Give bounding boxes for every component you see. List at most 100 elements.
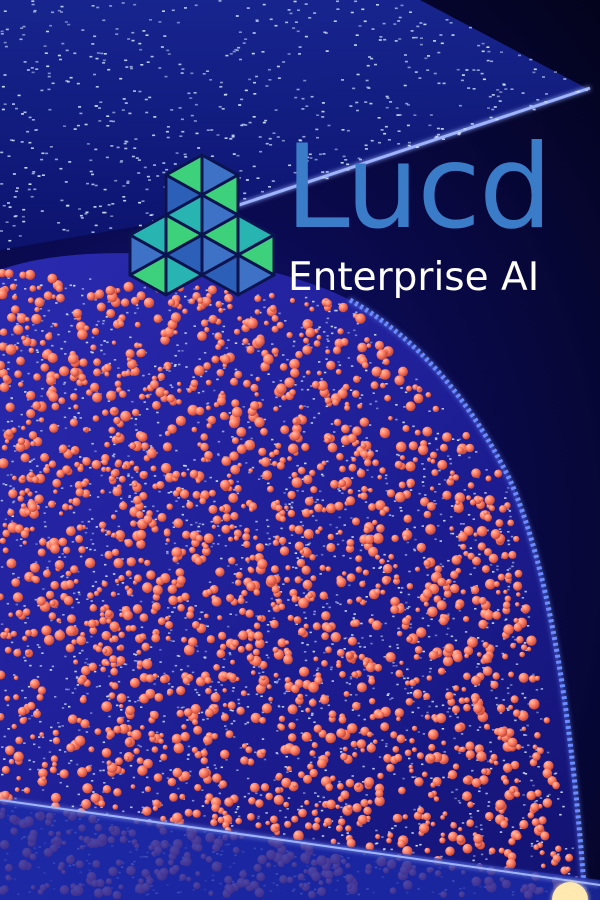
dome-particle [90, 780, 94, 782]
dome-particle [16, 323, 19, 325]
orange-sphere [390, 605, 399, 614]
dome-particle [57, 773, 60, 775]
dome-particle [265, 654, 269, 656]
slab-particle [133, 3, 137, 6]
orange-sphere [130, 520, 137, 527]
orange-sphere [59, 366, 70, 377]
orange-sphere [45, 590, 55, 600]
dome-particle [62, 383, 66, 385]
dome-particle [156, 411, 159, 414]
orange-sphere [367, 450, 375, 458]
orange-sphere [27, 297, 34, 304]
dome-particle [340, 751, 343, 753]
orange-sphere [386, 763, 395, 773]
dome-particle [73, 284, 76, 287]
dome-particle [326, 338, 329, 341]
dome-particle [98, 664, 102, 667]
dome-particle [553, 773, 557, 775]
orange-sphere [90, 344, 97, 351]
slab-particle [545, 93, 548, 95]
slab-particle [110, 145, 114, 147]
orange-sphere [427, 791, 435, 799]
dome-particle [288, 542, 291, 544]
dome-particle [187, 754, 190, 756]
orange-sphere [515, 602, 520, 607]
orange-sphere [141, 471, 148, 478]
slab-particle [189, 97, 193, 99]
orange-sphere [116, 656, 126, 665]
orange-sphere [182, 676, 191, 685]
slab-particle [252, 32, 256, 34]
orange-sphere [104, 441, 110, 448]
dome-particle [159, 760, 162, 762]
orange-sphere [304, 799, 310, 806]
dome-particle [308, 717, 311, 720]
dome-particle [24, 391, 27, 393]
orange-sphere [224, 797, 234, 807]
orange-sphere [162, 442, 172, 452]
orange-sphere [200, 433, 208, 441]
orange-sphere [374, 588, 381, 595]
dome-particle [71, 805, 75, 808]
orange-sphere [353, 450, 360, 457]
dome-particle [177, 350, 181, 352]
dome-particle [64, 287, 67, 290]
orange-sphere [352, 390, 360, 398]
orange-sphere [364, 777, 375, 788]
dome-particle [31, 715, 34, 717]
slab-particle [28, 141, 32, 144]
dome-particle [338, 780, 341, 783]
orange-sphere [333, 418, 342, 427]
dome-particle [381, 639, 384, 641]
orange-sphere [75, 488, 84, 497]
orange-sphere [139, 725, 145, 730]
dome-particle [175, 449, 178, 452]
slab-particle [209, 79, 213, 81]
orange-sphere [47, 352, 58, 364]
dome-particle [119, 609, 122, 611]
dome-particle [32, 458, 36, 460]
slab-particle [294, 96, 298, 99]
dome-particle [134, 701, 137, 703]
dome-particle [335, 594, 339, 596]
orange-sphere [399, 455, 406, 461]
orange-sphere [93, 358, 101, 367]
orange-sphere [463, 616, 470, 623]
dome-particle [305, 544, 308, 546]
slab-particle [231, 134, 235, 137]
dome-particle [301, 536, 304, 538]
slab-particle [305, 105, 309, 107]
dome-particle [237, 702, 241, 705]
orange-sphere [335, 368, 342, 375]
slab-particle [563, 78, 567, 80]
dome-particle [339, 816, 343, 818]
dome-particle [506, 687, 510, 689]
dome-particle [315, 519, 318, 522]
orange-sphere [15, 736, 23, 745]
orange-sphere [433, 796, 440, 802]
orange-sphere [289, 745, 301, 756]
slab-particle [252, 116, 256, 118]
dome-particle [408, 570, 411, 573]
slab-particle [128, 112, 132, 115]
dome-particle [363, 668, 366, 671]
dome-particle [130, 476, 134, 479]
dome-particle [178, 363, 181, 366]
orange-sphere [234, 484, 242, 493]
slab-particle [536, 99, 540, 101]
dome-particle [21, 789, 24, 792]
dome-particle [415, 844, 418, 847]
dome-particle [461, 822, 465, 824]
dome-particle [412, 851, 415, 854]
orange-sphere [497, 573, 505, 581]
orange-sphere [9, 283, 17, 291]
dome-particle [132, 669, 135, 671]
dome-particle [301, 388, 304, 391]
dome-particle [198, 358, 201, 360]
dome-particle [100, 349, 103, 352]
dome-particle [39, 665, 43, 667]
dome-particle [122, 810, 125, 813]
dome-particle [48, 560, 51, 563]
orange-sphere [234, 370, 243, 379]
slab-particle [287, 9, 291, 11]
